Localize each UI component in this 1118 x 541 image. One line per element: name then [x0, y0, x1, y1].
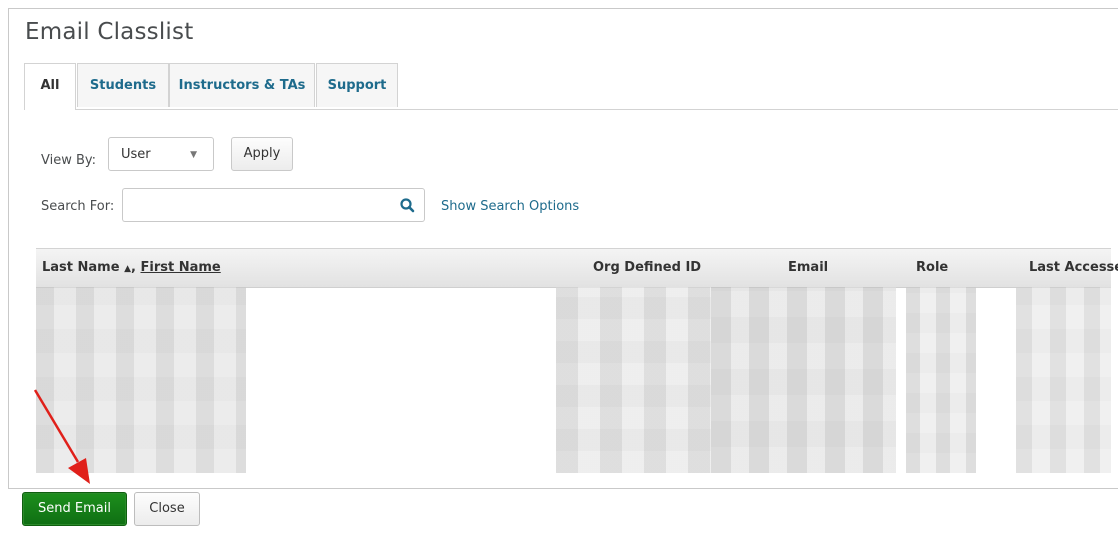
tab-support[interactable]: Support [316, 63, 398, 107]
view-by-select[interactable]: User ▼ [108, 137, 214, 171]
view-by-value: User [121, 147, 151, 162]
blurred-row [711, 287, 896, 473]
search-for-label: Search For: [41, 199, 115, 214]
search-button[interactable] [391, 188, 425, 222]
footer-divider [8, 488, 1118, 489]
first-name-sort-link[interactable]: First Name [141, 260, 221, 275]
table-header: Last Name ▲, First Name Org Defined ID E… [36, 248, 1118, 288]
view-by-label: View By: [41, 153, 97, 168]
page-title: Email Classlist [25, 19, 194, 45]
column-header-org-id[interactable]: Org Defined ID [593, 260, 701, 275]
tab-students[interactable]: Students [77, 63, 169, 107]
send-email-button[interactable]: Send Email [22, 492, 127, 526]
name-separator: , [131, 260, 136, 275]
close-button[interactable]: Close [134, 492, 200, 526]
show-search-options-link[interactable]: Show Search Options [441, 199, 579, 214]
blurred-row [556, 287, 711, 473]
email-classlist-dialog: Email Classlist All Students Instructors… [8, 8, 1118, 488]
column-header-email[interactable]: Email [788, 260, 828, 275]
blurred-row [906, 287, 976, 473]
chevron-down-icon: ▼ [190, 150, 197, 160]
sort-ascending-icon: ▲ [124, 264, 132, 274]
tab-bar: All Students Instructors & TAs Support [24, 63, 1118, 110]
table-body-obscured [36, 287, 1111, 473]
column-header-role[interactable]: Role [916, 260, 948, 275]
tab-instructors-tas[interactable]: Instructors & TAs [169, 63, 315, 107]
column-header-last-accessed[interactable]: Last Accessed [1029, 260, 1118, 275]
blurred-row [36, 287, 246, 473]
tab-all[interactable]: All [24, 63, 76, 110]
blurred-row [1016, 287, 1111, 473]
search-input[interactable] [122, 188, 422, 222]
apply-button[interactable]: Apply [231, 137, 293, 171]
last-name-label[interactable]: Last Name [42, 260, 120, 275]
search-icon [400, 198, 415, 213]
column-header-name[interactable]: Last Name ▲, First Name [42, 260, 221, 275]
